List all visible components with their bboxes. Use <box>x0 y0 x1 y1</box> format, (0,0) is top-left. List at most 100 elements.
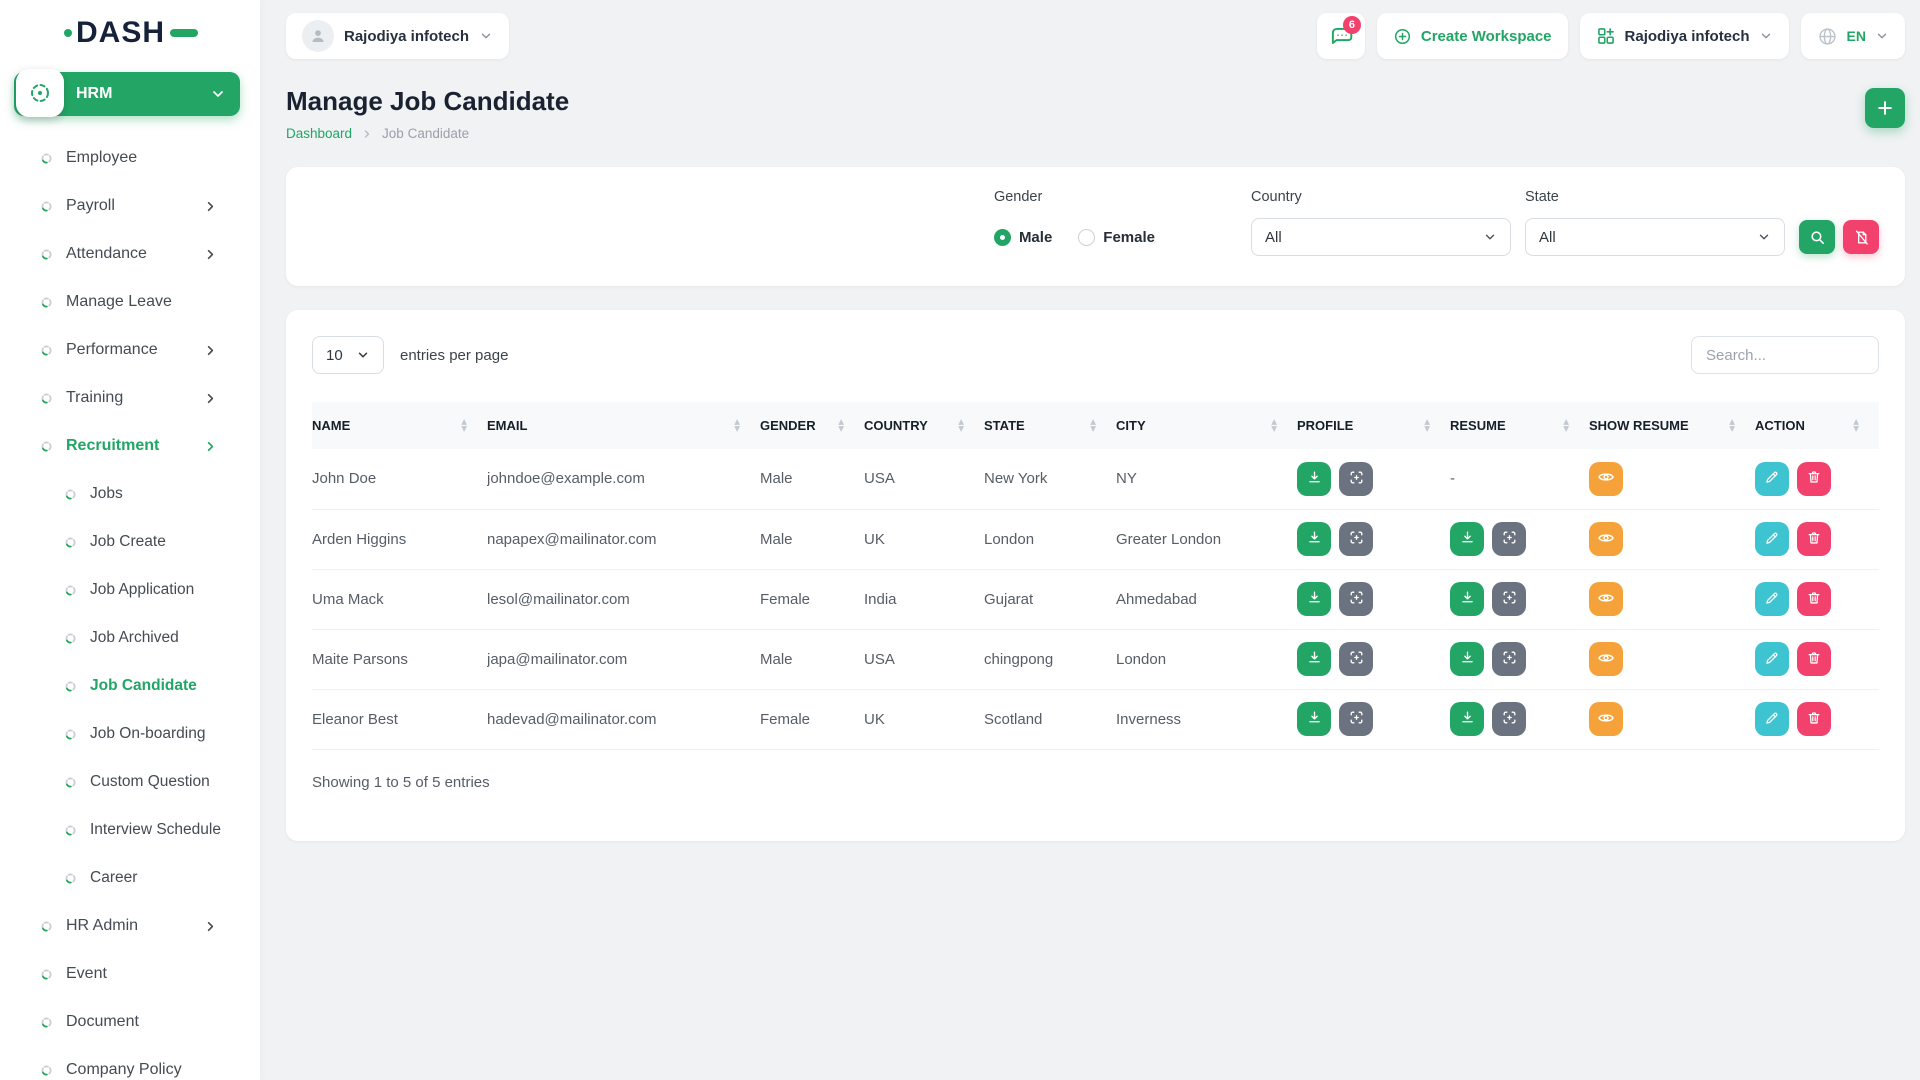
profile-download-button[interactable] <box>1297 462 1331 496</box>
show-resume-button[interactable] <box>1589 582 1623 616</box>
sidebar-item-recruitment[interactable]: Recruitment <box>0 422 260 470</box>
breadcrumb-dashboard-link[interactable]: Dashboard <box>286 126 352 141</box>
sidebar-item-jobs[interactable]: Jobs <box>0 470 260 518</box>
state-select[interactable]: All <box>1525 218 1785 256</box>
sidebar-item-hr-admin[interactable]: HR Admin <box>0 902 260 950</box>
column-header-country[interactable]: COUNTRY▲▼ <box>864 402 984 449</box>
sidebar-item-event[interactable]: Event <box>0 950 260 998</box>
apply-filter-button[interactable] <box>1799 220 1835 254</box>
edit-candidate-button[interactable] <box>1755 642 1789 676</box>
show-resume-button[interactable] <box>1589 462 1623 496</box>
column-header-resume[interactable]: RESUME▲▼ <box>1450 402 1589 449</box>
edit-candidate-button[interactable] <box>1755 522 1789 556</box>
resume-preview-button[interactable] <box>1492 522 1526 556</box>
delete-candidate-button[interactable] <box>1797 702 1831 736</box>
sidebar-item-training[interactable]: Training <box>0 374 260 422</box>
cell-action <box>1755 629 1879 689</box>
profile-download-button[interactable] <box>1297 702 1331 736</box>
cell-resume <box>1450 569 1589 629</box>
edit-candidate-button[interactable] <box>1755 462 1789 496</box>
column-header-profile[interactable]: PROFILE▲▼ <box>1297 402 1450 449</box>
column-header-state[interactable]: STATE▲▼ <box>984 402 1116 449</box>
gender-radio-male[interactable]: Male <box>994 229 1052 246</box>
messages-button[interactable]: 6 <box>1317 13 1365 59</box>
sidebar-item-interview-schedule[interactable]: Interview Schedule <box>0 806 260 854</box>
column-header-name[interactable]: NAME▲▼ <box>312 402 487 449</box>
column-header-gender[interactable]: GENDER▲▼ <box>760 402 864 449</box>
sidebar-item-label: Payroll <box>66 197 115 215</box>
chevron-down-icon <box>356 348 370 362</box>
profile-download-button[interactable] <box>1297 642 1331 676</box>
resume-preview-button[interactable] <box>1492 642 1526 676</box>
language-dropdown[interactable]: EN <box>1801 13 1905 59</box>
sidebar-item-document[interactable]: Document <box>0 998 260 1046</box>
sidebar-item-attendance[interactable]: Attendance <box>0 230 260 278</box>
sidebar-item-career[interactable]: Career <box>0 854 260 902</box>
cell-gender: Female <box>760 689 864 749</box>
search-input[interactable] <box>1691 336 1879 374</box>
delete-candidate-button[interactable] <box>1797 462 1831 496</box>
sidebar-item-job-on-boarding[interactable]: Job On-boarding <box>0 710 260 758</box>
page-header: Manage Job Candidate Dashboard Job Candi… <box>286 86 1905 141</box>
sidebar-item-job-application[interactable]: Job Application <box>0 566 260 614</box>
resume-download-button[interactable] <box>1450 522 1484 556</box>
sidebar-item-job-create[interactable]: Job Create <box>0 518 260 566</box>
column-header-email[interactable]: EMAIL▲▼ <box>487 402 760 449</box>
sidebar-item-job-archived[interactable]: Job Archived <box>0 614 260 662</box>
resume-download-button[interactable] <box>1450 702 1484 736</box>
cell-email: napapex@mailinator.com <box>487 509 760 569</box>
cell-email: japa@mailinator.com <box>487 629 760 689</box>
column-header-action[interactable]: ACTION▲▼ <box>1755 402 1879 449</box>
delete-candidate-button[interactable] <box>1797 522 1831 556</box>
bullet-icon <box>40 344 53 357</box>
download-icon <box>1459 709 1476 729</box>
profile-preview-button[interactable] <box>1339 702 1373 736</box>
show-resume-button[interactable] <box>1589 702 1623 736</box>
download-icon <box>1306 589 1323 609</box>
sidebar-item-performance[interactable]: Performance <box>0 326 260 374</box>
bullet-icon <box>64 584 77 597</box>
reset-filter-button[interactable] <box>1843 220 1879 254</box>
brand-logo[interactable]: DASH <box>0 0 260 66</box>
profile-preview-button[interactable] <box>1339 582 1373 616</box>
resume-preview-button[interactable] <box>1492 582 1526 616</box>
delete-candidate-button[interactable] <box>1797 642 1831 676</box>
sidebar-item-label: Attendance <box>66 245 147 263</box>
delete-candidate-button[interactable] <box>1797 582 1831 616</box>
sidebar-item-manage-leave[interactable]: Manage Leave <box>0 278 260 326</box>
sidebar-section-hrm[interactable]: HRM <box>14 72 240 116</box>
sidebar-item-custom-question[interactable]: Custom Question <box>0 758 260 806</box>
bullet-icon <box>40 200 53 213</box>
column-header-city[interactable]: CITY▲▼ <box>1116 402 1297 449</box>
profile-preview-button[interactable] <box>1339 642 1373 676</box>
profile-preview-button[interactable] <box>1339 522 1373 556</box>
add-candidate-button[interactable] <box>1865 88 1905 128</box>
create-workspace-button[interactable]: Create Workspace <box>1377 13 1568 59</box>
resume-download-button[interactable] <box>1450 582 1484 616</box>
edit-candidate-button[interactable] <box>1755 702 1789 736</box>
sidebar-item-payroll[interactable]: Payroll <box>0 182 260 230</box>
country-select[interactable]: All <box>1251 218 1511 256</box>
column-label: GENDER <box>760 418 816 433</box>
workspace-selector[interactable]: Rajodiya infotech <box>286 13 509 59</box>
profile-download-button[interactable] <box>1297 582 1331 616</box>
show-resume-button[interactable] <box>1589 522 1623 556</box>
profile-preview-button[interactable] <box>1339 462 1373 496</box>
sidebar-item-job-candidate[interactable]: Job Candidate <box>0 662 260 710</box>
resume-preview-button[interactable] <box>1492 702 1526 736</box>
magnifier-icon <box>1809 229 1826 246</box>
sidebar-item-employee[interactable]: Employee <box>0 134 260 182</box>
bullet-icon <box>40 1064 53 1077</box>
sidebar-item-company-policy[interactable]: Company Policy <box>0 1046 260 1080</box>
resume-download-button[interactable] <box>1450 642 1484 676</box>
profile-download-button[interactable] <box>1297 522 1331 556</box>
pencil-icon <box>1764 469 1780 488</box>
pencil-icon <box>1764 650 1780 669</box>
column-header-show-resume[interactable]: SHOW RESUME▲▼ <box>1589 402 1755 449</box>
entries-per-page-select[interactable]: 10 <box>312 336 384 374</box>
pencil-icon <box>1764 530 1780 549</box>
gender-radio-female[interactable]: Female <box>1078 229 1155 246</box>
edit-candidate-button[interactable] <box>1755 582 1789 616</box>
company-dropdown[interactable]: Rajodiya infotech <box>1580 13 1789 59</box>
show-resume-button[interactable] <box>1589 642 1623 676</box>
